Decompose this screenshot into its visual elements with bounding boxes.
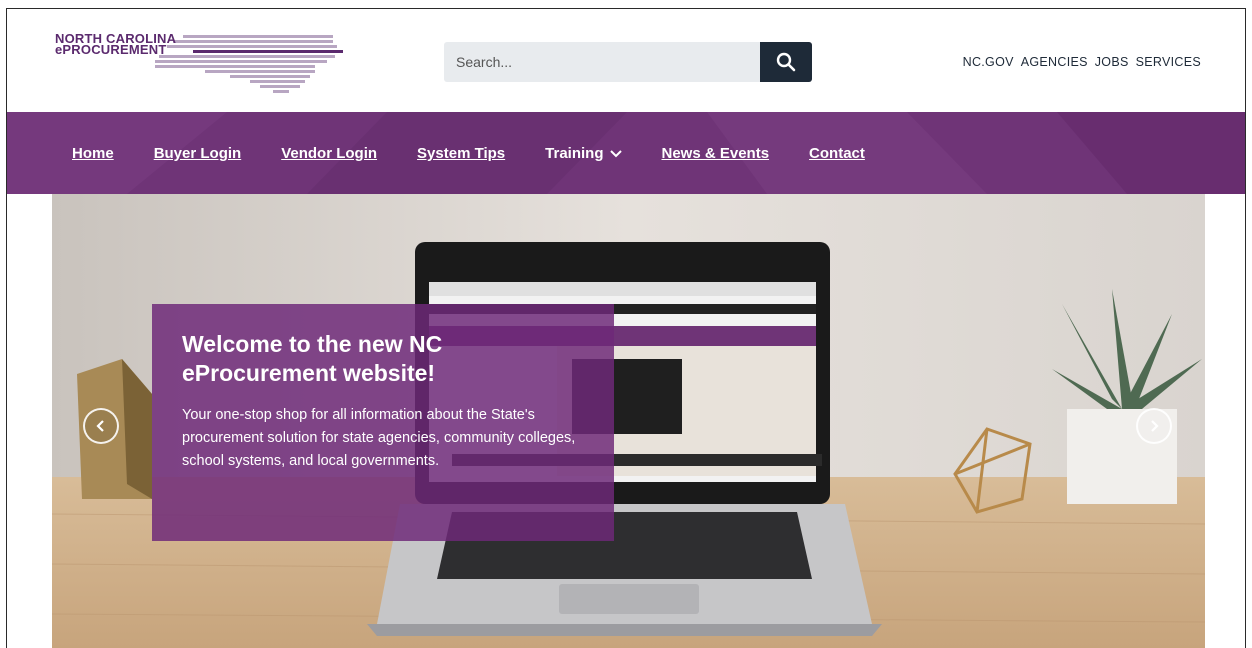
nav-buyer-login[interactable]: Buyer Login xyxy=(154,145,242,162)
welcome-panel: Welcome to the new NC eProcurement websi… xyxy=(152,304,614,541)
nav-training-label: Training xyxy=(545,145,604,162)
hero-carousel: Welcome to the new NC eProcurement websi… xyxy=(52,194,1205,648)
main-nav: Home Buyer Login Vendor Login System Tip… xyxy=(7,112,1245,194)
carousel-prev-button[interactable] xyxy=(83,408,119,444)
search-button[interactable] xyxy=(760,42,812,82)
nav-system-tips[interactable]: System Tips xyxy=(417,145,505,162)
nav-training-dropdown[interactable]: Training xyxy=(545,145,622,162)
nav-contact[interactable]: Contact xyxy=(809,145,865,162)
chevron-left-icon xyxy=(96,420,104,432)
search-input[interactable] xyxy=(444,42,760,82)
logo-text: NORTH CAROLINA ePROCUREMENT xyxy=(55,32,176,57)
search-bar xyxy=(444,42,812,82)
util-link-ncgov[interactable]: NC.GOV xyxy=(963,55,1014,69)
util-link-jobs[interactable]: JOBS xyxy=(1095,55,1129,69)
nav-home[interactable]: Home xyxy=(72,145,114,162)
logo-line-2: ePROCUREMENT xyxy=(55,42,167,57)
site-header: NORTH CAROLINA ePROCUREMENT NC.GOV AGENC… xyxy=(7,9,1245,112)
nav-news-events[interactable]: News & Events xyxy=(662,145,770,162)
chevron-down-icon xyxy=(609,149,622,157)
welcome-body: Your one-stop shop for all information a… xyxy=(182,407,576,469)
welcome-heading: Welcome to the new NC eProcurement websi… xyxy=(182,331,443,386)
util-link-services[interactable]: SERVICES xyxy=(1136,55,1201,69)
carousel-next-button[interactable] xyxy=(1136,408,1172,444)
chevron-right-icon xyxy=(1151,420,1159,432)
utility-nav: NC.GOV AGENCIES JOBS SERVICES xyxy=(963,55,1201,69)
search-icon xyxy=(776,52,796,72)
page-frame: NORTH CAROLINA ePROCUREMENT NC.GOV AGENC… xyxy=(6,8,1246,648)
site-logo[interactable]: NORTH CAROLINA ePROCUREMENT xyxy=(55,32,355,95)
nav-vendor-login[interactable]: Vendor Login xyxy=(281,145,377,162)
util-link-agencies[interactable]: AGENCIES xyxy=(1021,55,1088,69)
nav-items: Home Buyer Login Vendor Login System Tip… xyxy=(72,145,905,162)
